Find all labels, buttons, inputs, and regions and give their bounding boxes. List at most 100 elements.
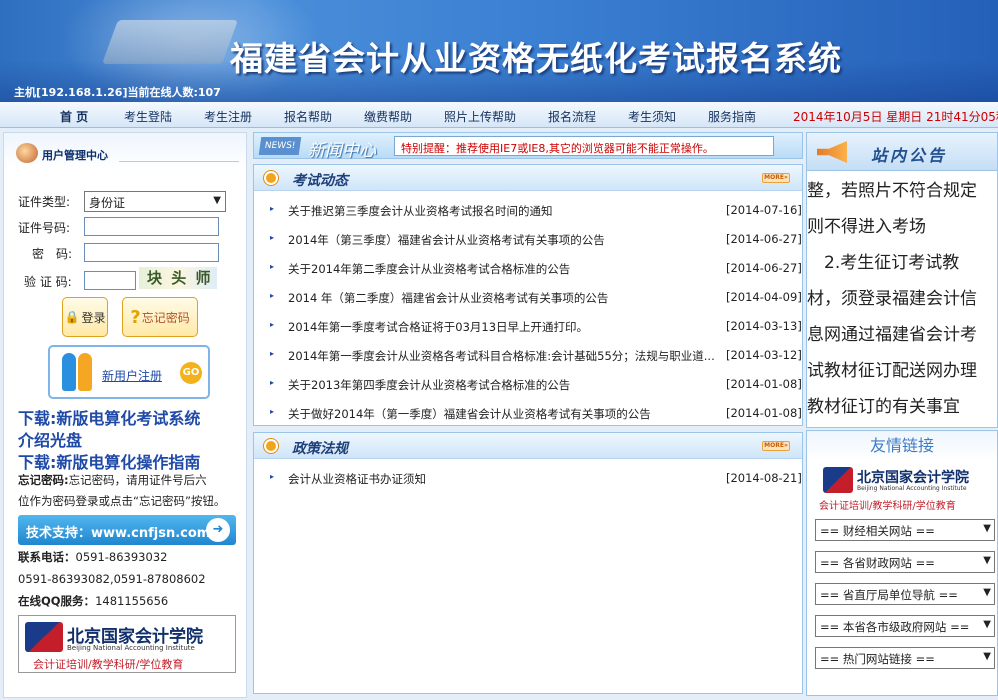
news-row-title[interactable]: 关于推迟第三季度会计从业资格考试报名时间的通知 [288,203,724,219]
news-row-title[interactable]: 关于2013年第四季度会计从业资格考试合格标准的公告 [288,377,724,393]
select-value: == 各省财政网站 == [820,556,935,570]
friend-links-panel: 友情链接 北京国家会计学院 Beijing National Accountin… [806,430,998,696]
bullet-icon: ▸ [270,262,275,271]
news-row-date: [2014-04-09] [726,290,802,304]
bnai-logo-sub: 会计证培训/教学科研/学位教育 [33,658,184,671]
notice-line: 试教材征订配送网办理 [807,361,977,381]
forgot-password-button[interactable]: ? 忘记密码 [122,297,198,337]
news-row[interactable]: ▸ 2014年第一季度考试合格证将于03月13日早上开通打印。 [2014-03-1… [254,311,802,340]
contact-phone-row: 联系电话：0591-86393032 [18,547,167,568]
section-bullet-icon [264,171,278,185]
nav-student-register[interactable]: 考生注册 [204,108,252,125]
province-finance-sites-select[interactable]: == 各省财政网站 == ▼ [815,551,995,573]
download-system-intro-link-cont[interactable]: 介绍光盘 [18,427,82,451]
login-button[interactable]: 🔒 登录 [62,297,108,337]
finance-sites-select[interactable]: == 财经相关网站 == ▼ [815,519,995,541]
header-banner: 福建省会计从业资格无纸化考试报名系统 主机[192.168.1.26]当前在线人… [0,0,998,102]
forgot-password-label: 忘记密码 [141,310,190,325]
news-row-title[interactable]: 2014 年（第二季度）福建省会计从业资格考试有关事项的公告 [288,290,724,306]
female-user-icon [78,353,92,391]
nav-apply-help[interactable]: 报名帮助 [284,108,332,125]
news-row-date: [2014-01-08] [726,377,802,391]
city-government-sites-select[interactable]: == 本省各市级政府网站 == ▼ [815,615,995,637]
forgot-note-text1: 忘记密码，请用证件号后六 [68,473,207,487]
news-row-title[interactable]: 关于2014年第二季度会计从业资格考试合格标准的公告 [288,261,724,277]
chevron-down-icon: ▼ [983,523,991,534]
id-number-label: 证件号码: [18,221,71,235]
news-row[interactable]: ▸ 2014 年（第二季度）福建省会计从业资格考试有关事项的公告 [2014-04-… [254,282,802,311]
site-notice-title: 站内公告 [871,146,948,165]
id-type-select[interactable]: 身份证 ▼ [84,191,226,212]
bnai-logo-sub: 会计证培训/教学科研/学位教育 [819,501,956,512]
tech-support-banner[interactable]: 技术支持：www.cnfjsn.com ➜ [18,515,236,545]
id-number-input[interactable] [84,217,219,236]
news-row[interactable]: ▸ 关于做好2014年（第一季度）福建省会计从业资格考试有关事项的公告 [2014-… [254,398,802,427]
phone-label: 联系电话： [18,550,76,564]
nav-student-login[interactable]: 考生登陆 [124,108,172,125]
bnai-logo-right[interactable]: 北京国家会计学院 Beijing National Accounting Ins… [817,461,989,512]
id-type-value: 身份证 [89,196,126,210]
bnai-logo-en: Beijing National Accounting Institute [67,644,195,652]
nav-payment-help[interactable]: 缴费帮助 [364,108,412,125]
phone-number-2: 0591-86393082,0591-87808602 [18,572,206,586]
captcha-input[interactable] [84,271,136,290]
captcha-label: 验 证 码: [24,275,72,289]
select-value: == 本省各市级政府网站 == [820,620,970,634]
host-online-info: 主机[192.168.1.26]当前在线人数:107 [14,86,221,99]
exam-news-more-button[interactable]: MORE» [762,173,790,183]
download-system-intro-link[interactable]: 下载:新版电算化考试系统 [18,405,200,429]
news-row-title[interactable]: 2014年第一季度考试合格证将于03月13日早上开通打印。 [288,319,724,335]
news-row-title[interactable]: 2014年（第三季度）福建省会计从业资格考试有关事项的公告 [288,232,724,248]
new-user-register-button[interactable]: 新用户注册 GO [48,345,210,399]
news-row-title[interactable]: 2014年第一季度会计从业资格各考试科目合格标准:会计基础55分；法规与职业道.… [288,348,724,364]
site-notice-body: 整，若照片不符合规定 则不得进入考场 2.考生征订考试教 材，须登录福建会计信 … [807,173,997,425]
chevron-down-icon: ▼ [983,555,991,566]
bnai-logo-left[interactable]: 北京国家会计学院 Beijing National Accounting Ins… [18,615,236,673]
browser-notice: 特别提醒：推荐使用IE7或IE8,其它的浏览器可能不能正常操作。 [394,136,774,156]
bullet-icon: ▸ [270,320,275,329]
bnai-logo-mark [823,467,853,493]
user-center-title: 用户管理中心 [42,149,108,162]
captcha-image[interactable]: 块 头 师 [139,267,217,289]
select-value: == 财经相关网站 == [820,524,935,538]
lock-icon: 🔒 [64,310,80,324]
chevron-down-icon: ▼ [213,195,221,206]
news-row-title[interactable]: 会计从业资格证书办证须知 [288,471,724,487]
bnai-logo-mark [25,622,63,652]
news-center-bar: NEWS! 新闻中心 特别提醒：推荐使用IE7或IE8,其它的浏览器可能不能正常… [253,132,803,161]
bullet-icon: ▸ [270,204,275,213]
nav-candidate-notice[interactable]: 考生须知 [628,108,676,125]
news-row[interactable]: ▸ 关于2014年第二季度会计从业资格考试合格标准的公告 [2014-06-27] [254,253,802,282]
news-row[interactable]: ▸ 会计从业资格证书办证须知 [2014-08-21] [254,463,802,492]
notice-line: 则不得进入考场 [807,217,926,237]
chevron-down-icon: ▼ [983,587,991,598]
id-type-label: 证件类型: [18,195,71,209]
arrow-right-icon: ➜ [206,518,230,542]
male-user-icon [62,353,76,391]
news-row-title[interactable]: 关于做好2014年（第一季度）福建省会计从业资格考试有关事项的公告 [288,406,724,422]
news-row-date: [2014-03-13] [726,319,802,333]
news-badge-icon: NEWS! [258,137,302,155]
nav-apply-process[interactable]: 报名流程 [548,108,596,125]
policy-more-button[interactable]: MORE» [762,441,790,451]
chevron-down-icon: ▼ [983,651,991,662]
news-row[interactable]: ▸ 关于2013年第四季度会计从业资格考试合格标准的公告 [2014-01-08] [254,369,802,398]
nav-service-guide[interactable]: 服务指南 [708,108,756,125]
megaphone-icon [817,141,847,163]
popular-sites-select[interactable]: == 热门网站链接 == ▼ [815,647,995,669]
news-row[interactable]: ▸ 2014年第一季度会计从业资格各考试科目合格标准:会计基础55分；法规与职业道… [254,340,802,369]
nav-home[interactable]: 首 页 [60,108,88,125]
friend-links-title: 友情链接 [807,431,997,461]
policy-title: 政策法规 [292,441,348,457]
news-row[interactable]: ▸ 关于推迟第三季度会计从业资格考试报名时间的通知 [2014-07-16] [254,195,802,224]
exam-news-title: 考试动态 [292,173,348,189]
password-input[interactable] [84,243,219,262]
provincial-departments-select[interactable]: == 省直厅局单位导航 == ▼ [815,583,995,605]
notice-line: 教材征订的有关事宜 [807,397,960,417]
phone-number-1: 0591-86393032 [75,550,168,564]
news-row-date: [2014-01-08] [726,406,802,420]
news-row-date: [2014-07-16] [726,203,802,217]
main-nav: 首 页 考生登陆 考生注册 报名帮助 缴费帮助 照片上传帮助 报名流程 考生须知… [0,102,998,128]
news-row[interactable]: ▸ 2014年（第三季度）福建省会计从业资格考试有关事项的公告 [2014-06-2… [254,224,802,253]
nav-photo-upload-help[interactable]: 照片上传帮助 [444,108,516,125]
